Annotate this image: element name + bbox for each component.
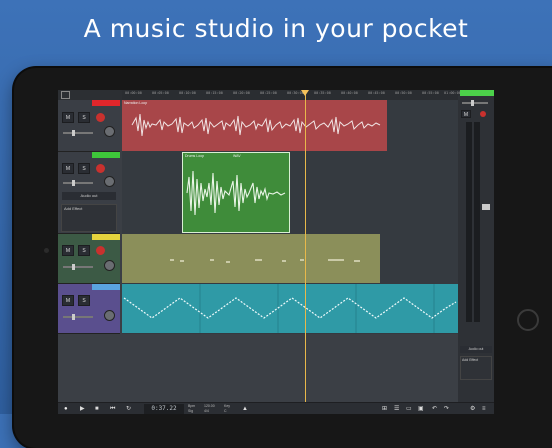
promo-headline: A music studio in your pocket <box>83 14 469 43</box>
metronome-icon[interactable]: ▲ <box>242 405 248 413</box>
track-lane-1[interactable]: Narration Loop <box>122 100 458 153</box>
ruler-label: 00:50:00 <box>395 91 412 95</box>
meter-right <box>474 122 480 322</box>
volume-slider[interactable] <box>63 314 93 320</box>
ruler-label: 00:00:00 <box>125 91 142 95</box>
signature-label: Sig <box>188 409 194 413</box>
track-header-1[interactable]: M S <box>58 100 120 152</box>
home-button[interactable] <box>517 309 539 331</box>
ruler-label: 01:00:00 <box>444 91 461 95</box>
stop-icon[interactable]: ■ <box>95 405 99 413</box>
top-bar: 00:00:00 00:05:00 00:10:00 00:15:00 00:2… <box>58 90 494 101</box>
ruler-label: 00:20:00 <box>233 91 250 95</box>
pan-knob[interactable] <box>104 126 115 137</box>
solo-button[interactable]: S <box>78 245 90 256</box>
master-output-select[interactable]: Audio out <box>460 346 492 353</box>
track-lane-3[interactable] <box>122 234 458 285</box>
mute-button[interactable]: M <box>62 245 74 256</box>
empty-lane-area[interactable] <box>122 334 458 402</box>
master-fader[interactable] <box>482 204 490 210</box>
signature-value[interactable]: 4/4 <box>204 409 209 413</box>
pan-knob[interactable] <box>104 176 115 187</box>
menu-icon[interactable]: ≡ <box>482 405 486 413</box>
piano-icon[interactable]: ⊞ <box>382 405 387 413</box>
volume-slider[interactable] <box>63 180 93 186</box>
effects-box[interactable]: Add Effect <box>61 204 117 232</box>
master-volume-slider[interactable] <box>462 100 488 106</box>
key-value[interactable]: C <box>224 409 227 413</box>
ruler-label: 00:35:00 <box>314 91 331 95</box>
audio-clip-narration[interactable]: Narration Loop <box>122 100 387 151</box>
master-mixer-strip: M Audio out Add Effect <box>458 96 494 402</box>
track-lane-4[interactable] <box>122 284 458 335</box>
ruler-label: 00:55:00 <box>422 91 439 95</box>
meter-left <box>466 122 472 322</box>
audio-output-select[interactable]: Audio out <box>62 192 116 200</box>
master-effects-box[interactable]: Add Effect <box>460 356 492 380</box>
track-lane-2[interactable]: Drums Loop WAV <box>122 152 458 235</box>
master-mute-button[interactable]: M <box>461 110 471 118</box>
settings-icon[interactable]: ⚙ <box>470 405 475 413</box>
tempo-label: Bpm <box>188 404 196 408</box>
add-effect-label: Add Effect <box>462 358 479 362</box>
track-color-2 <box>92 152 120 158</box>
ruler-label: 00:10:00 <box>179 91 196 95</box>
tempo-value[interactable]: 120.00 <box>204 404 215 408</box>
keyboard-icon[interactable]: ▭ <box>406 405 412 413</box>
volume-slider[interactable] <box>63 130 93 136</box>
record-arm-button[interactable] <box>96 164 105 173</box>
volume-slider[interactable] <box>63 264 93 270</box>
master-record-button[interactable] <box>480 111 486 117</box>
waveform <box>131 113 381 137</box>
mute-button[interactable]: M <box>62 112 74 123</box>
play-icon[interactable]: ▶ <box>80 405 85 413</box>
track-header-3[interactable]: M S <box>58 234 120 284</box>
track-header-2[interactable]: M S Audio out Add Effect <box>58 152 120 234</box>
camera <box>44 248 49 253</box>
solo-button[interactable]: S <box>78 163 90 174</box>
time-display: 0:37.22 <box>144 404 184 414</box>
mute-button[interactable]: M <box>62 163 74 174</box>
track-color-3 <box>92 234 120 240</box>
track-color-4 <box>92 284 120 290</box>
file-icon[interactable]: ▣ <box>418 405 424 413</box>
ruler-label: 00:05:00 <box>152 91 169 95</box>
midi-clip-pattern[interactable] <box>122 284 458 333</box>
pan-knob[interactable] <box>104 310 115 321</box>
mixer-icon[interactable]: ☰ <box>394 405 399 413</box>
playhead-marker[interactable] <box>301 90 309 96</box>
pan-knob[interactable] <box>104 260 115 271</box>
solo-button[interactable]: S <box>78 112 90 123</box>
ruler-label: 00:45:00 <box>368 91 385 95</box>
ruler-label: 00:40:00 <box>341 91 358 95</box>
record-arm-button[interactable] <box>96 113 105 122</box>
record-icon[interactable]: ● <box>64 405 68 413</box>
ruler-label: 00:15:00 <box>206 91 223 95</box>
transport-bar: ● ▶ ■ ⏮ ↻ 0:37.22 Bpm 120.00 Sig 4/4 Key… <box>58 402 494 414</box>
midi-notes <box>170 259 360 263</box>
redo-icon[interactable]: ↷ <box>444 405 449 413</box>
record-arm-button[interactable] <box>96 246 105 255</box>
mute-button[interactable]: M <box>62 295 74 306</box>
midi-clip-melody[interactable] <box>122 234 380 283</box>
key-label: Key <box>224 404 231 408</box>
add-effect-label: Add Effect <box>64 206 83 211</box>
daw-screen: 00:00:00 00:05:00 00:10:00 00:15:00 00:2… <box>58 90 494 414</box>
undo-icon[interactable]: ↶ <box>432 405 437 413</box>
rewind-icon[interactable]: ⏮ <box>110 405 115 413</box>
track-header-4[interactable]: M S <box>58 284 120 334</box>
audio-clip-drums[interactable]: Drums Loop WAV <box>182 152 290 233</box>
ruler-label: 00:25:00 <box>260 91 277 95</box>
grid-menu-icon[interactable] <box>61 91 70 99</box>
midi-pattern <box>123 284 457 333</box>
playhead[interactable] <box>305 90 306 402</box>
waveform <box>186 170 286 216</box>
track-color-1 <box>92 100 120 106</box>
solo-button[interactable]: S <box>78 295 90 306</box>
loop-icon[interactable]: ↻ <box>126 405 131 413</box>
